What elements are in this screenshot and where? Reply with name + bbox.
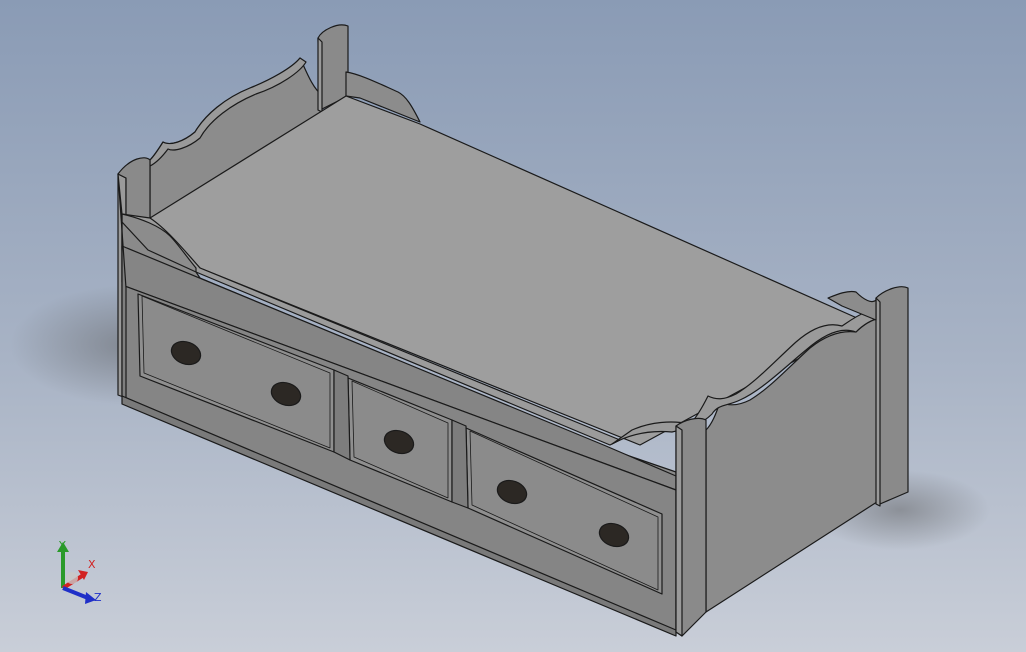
drawer-divider-1 bbox=[333, 369, 351, 461]
triad-graphic bbox=[57, 542, 96, 604]
z-axis-icon bbox=[62, 586, 89, 600]
far-right-post[interactable] bbox=[875, 286, 909, 505]
drawer-divider-2 bbox=[451, 419, 469, 509]
graphics-viewport[interactable]: Y X Z bbox=[0, 0, 1026, 652]
triad-z-label: Z bbox=[94, 591, 102, 604]
back-right-post-edge bbox=[317, 37, 323, 113]
far-right-post-edge bbox=[875, 297, 881, 507]
triad-x-label: X bbox=[88, 558, 96, 571]
triad-origin-icon bbox=[66, 572, 78, 584]
front-right-post-edge bbox=[675, 425, 683, 637]
reference-triad: Y X Z bbox=[44, 534, 114, 608]
model-canvas[interactable] bbox=[0, 0, 1026, 652]
triad-y-label: Y bbox=[59, 539, 66, 552]
